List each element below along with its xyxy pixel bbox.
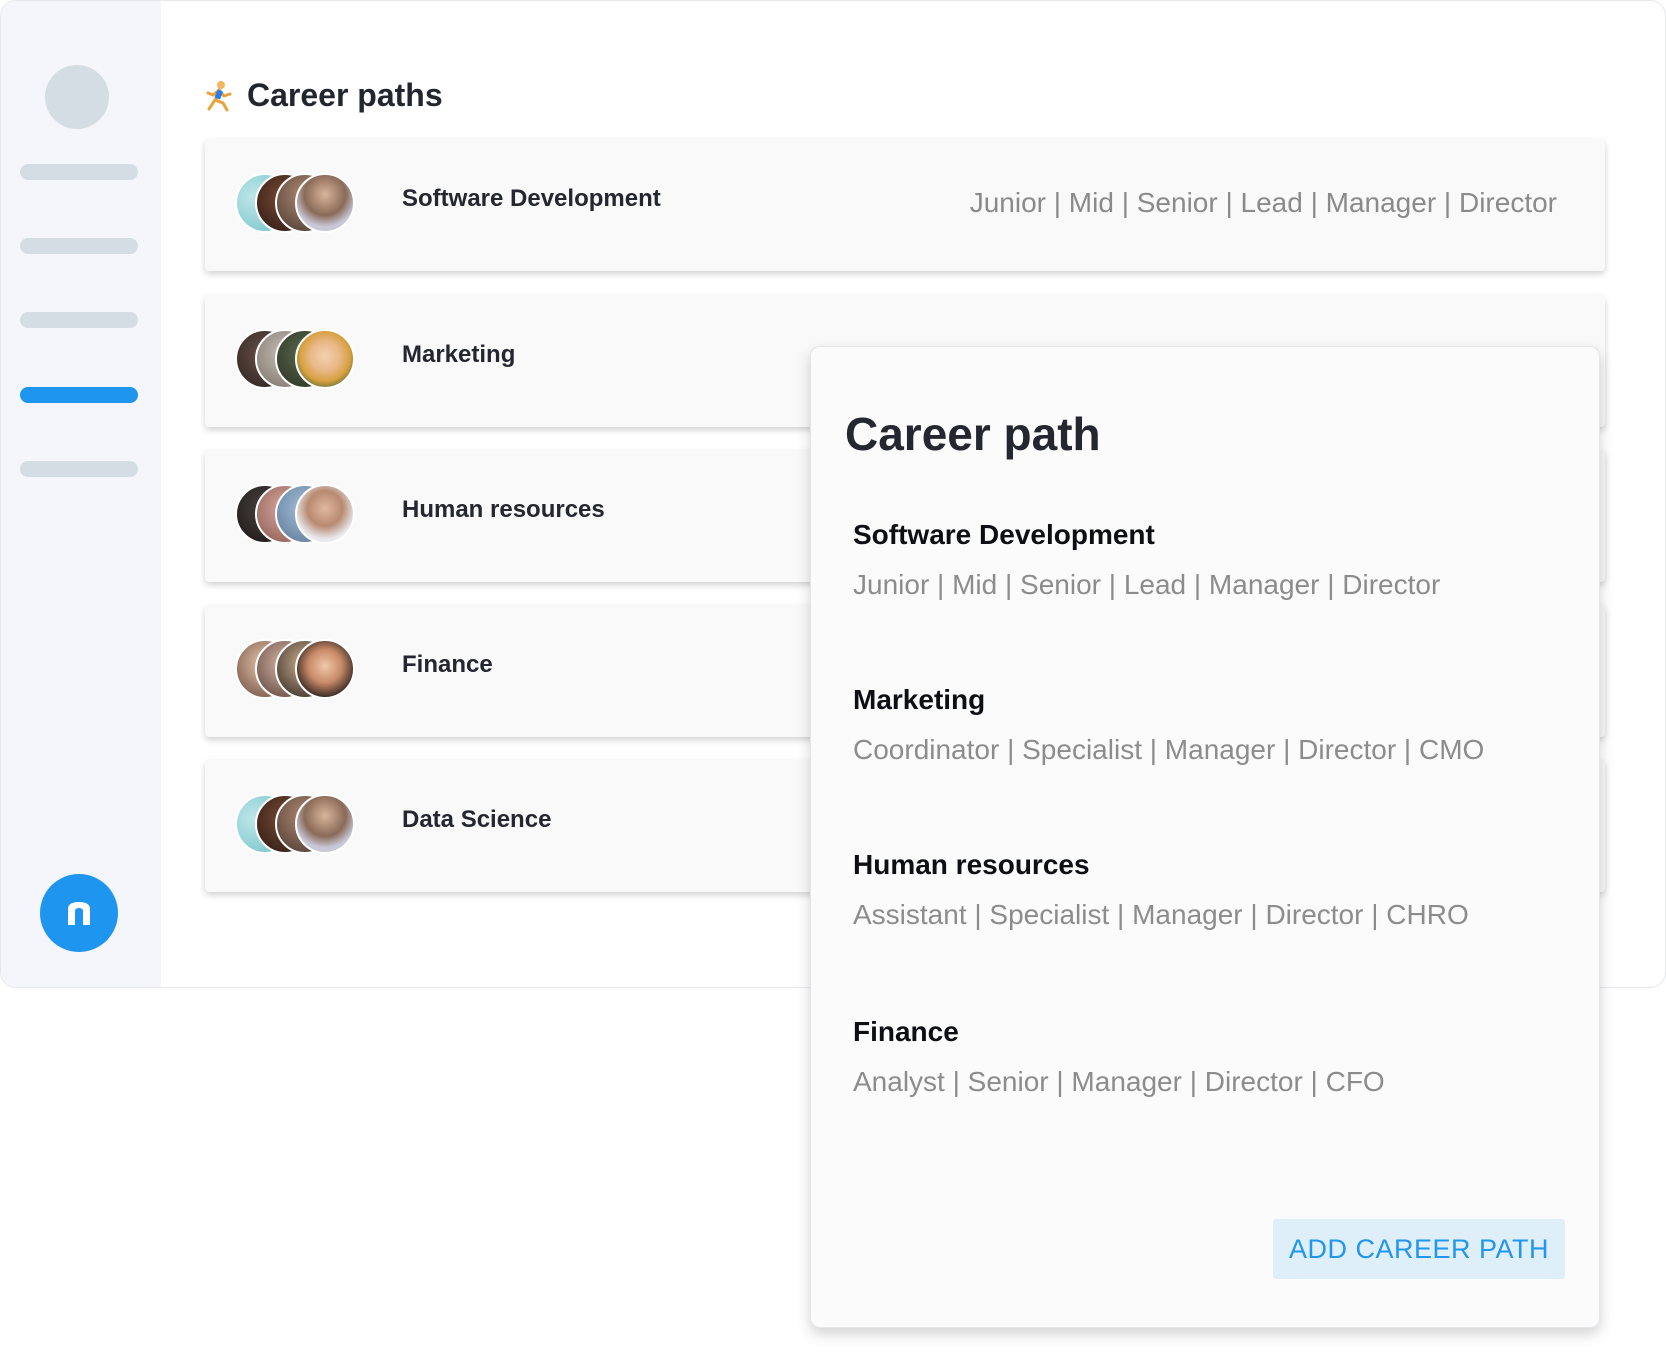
path-name: Human resources	[853, 849, 1090, 880]
path-levels: Coordinator | Specialist | Manager | Dir…	[853, 734, 1485, 765]
avatar-stack	[235, 173, 355, 233]
path-levels: Junior | Mid | Senior | Lead | Manager |…	[853, 569, 1441, 600]
path-item-software-development[interactable]: Software Development Junior | Mid | Seni…	[853, 519, 1440, 601]
add-career-path-button[interactable]: ADD CAREER PATH	[1273, 1219, 1565, 1279]
page-title: Career paths	[247, 77, 443, 113]
avatar	[295, 484, 355, 544]
path-item-human-resources[interactable]: Human resources Assistant | Specialist |…	[853, 849, 1469, 931]
path-item-marketing[interactable]: Marketing Coordinator | Specialist | Man…	[853, 684, 1484, 766]
path-levels: Assistant | Specialist | Manager | Direc…	[853, 899, 1469, 930]
row-title: Software Development	[402, 185, 661, 212]
path-name: Software Development	[853, 519, 1155, 550]
avatar-stack	[235, 329, 355, 389]
avatar-stack	[235, 639, 355, 699]
sidebar-item-career-paths-active[interactable]	[20, 387, 138, 403]
career-row-software-development[interactable]: Software Development Junior | Mid | Seni…	[205, 139, 1605, 271]
path-item-finance[interactable]: Finance Analyst | Senior | Manager | Dir…	[853, 1016, 1385, 1098]
avatar	[295, 173, 355, 233]
app-logo-button[interactable]	[40, 874, 118, 952]
running-person-icon	[206, 80, 232, 111]
avatar	[295, 639, 355, 699]
row-title: Data Science	[402, 806, 552, 833]
career-path-panel: Career path Software Development Junior …	[810, 346, 1600, 1328]
avatar-stack	[235, 794, 355, 854]
row-title: Marketing	[402, 341, 516, 368]
path-name: Finance	[853, 1016, 959, 1047]
sidebar-item-2[interactable]	[20, 238, 138, 254]
page-header: Career paths	[205, 77, 443, 114]
row-levels: Junior | Mid | Senior | Lead | Manager |…	[969, 187, 1557, 218]
sidebar	[1, 1, 161, 987]
sidebar-item-3[interactable]	[20, 312, 138, 328]
row-title: Human resources	[402, 496, 605, 523]
row-title: Finance	[402, 651, 493, 678]
user-avatar-placeholder[interactable]	[45, 65, 109, 129]
avatar	[295, 329, 355, 389]
avatar	[295, 794, 355, 854]
avatar-stack	[235, 484, 355, 544]
sidebar-item-1[interactable]	[20, 164, 138, 180]
sidebar-item-5[interactable]	[20, 461, 138, 477]
path-levels: Analyst | Senior | Manager | Director | …	[853, 1066, 1385, 1097]
path-name: Marketing	[853, 684, 986, 715]
panel-title: Career path	[845, 408, 1101, 460]
logo-n-icon	[68, 902, 90, 925]
